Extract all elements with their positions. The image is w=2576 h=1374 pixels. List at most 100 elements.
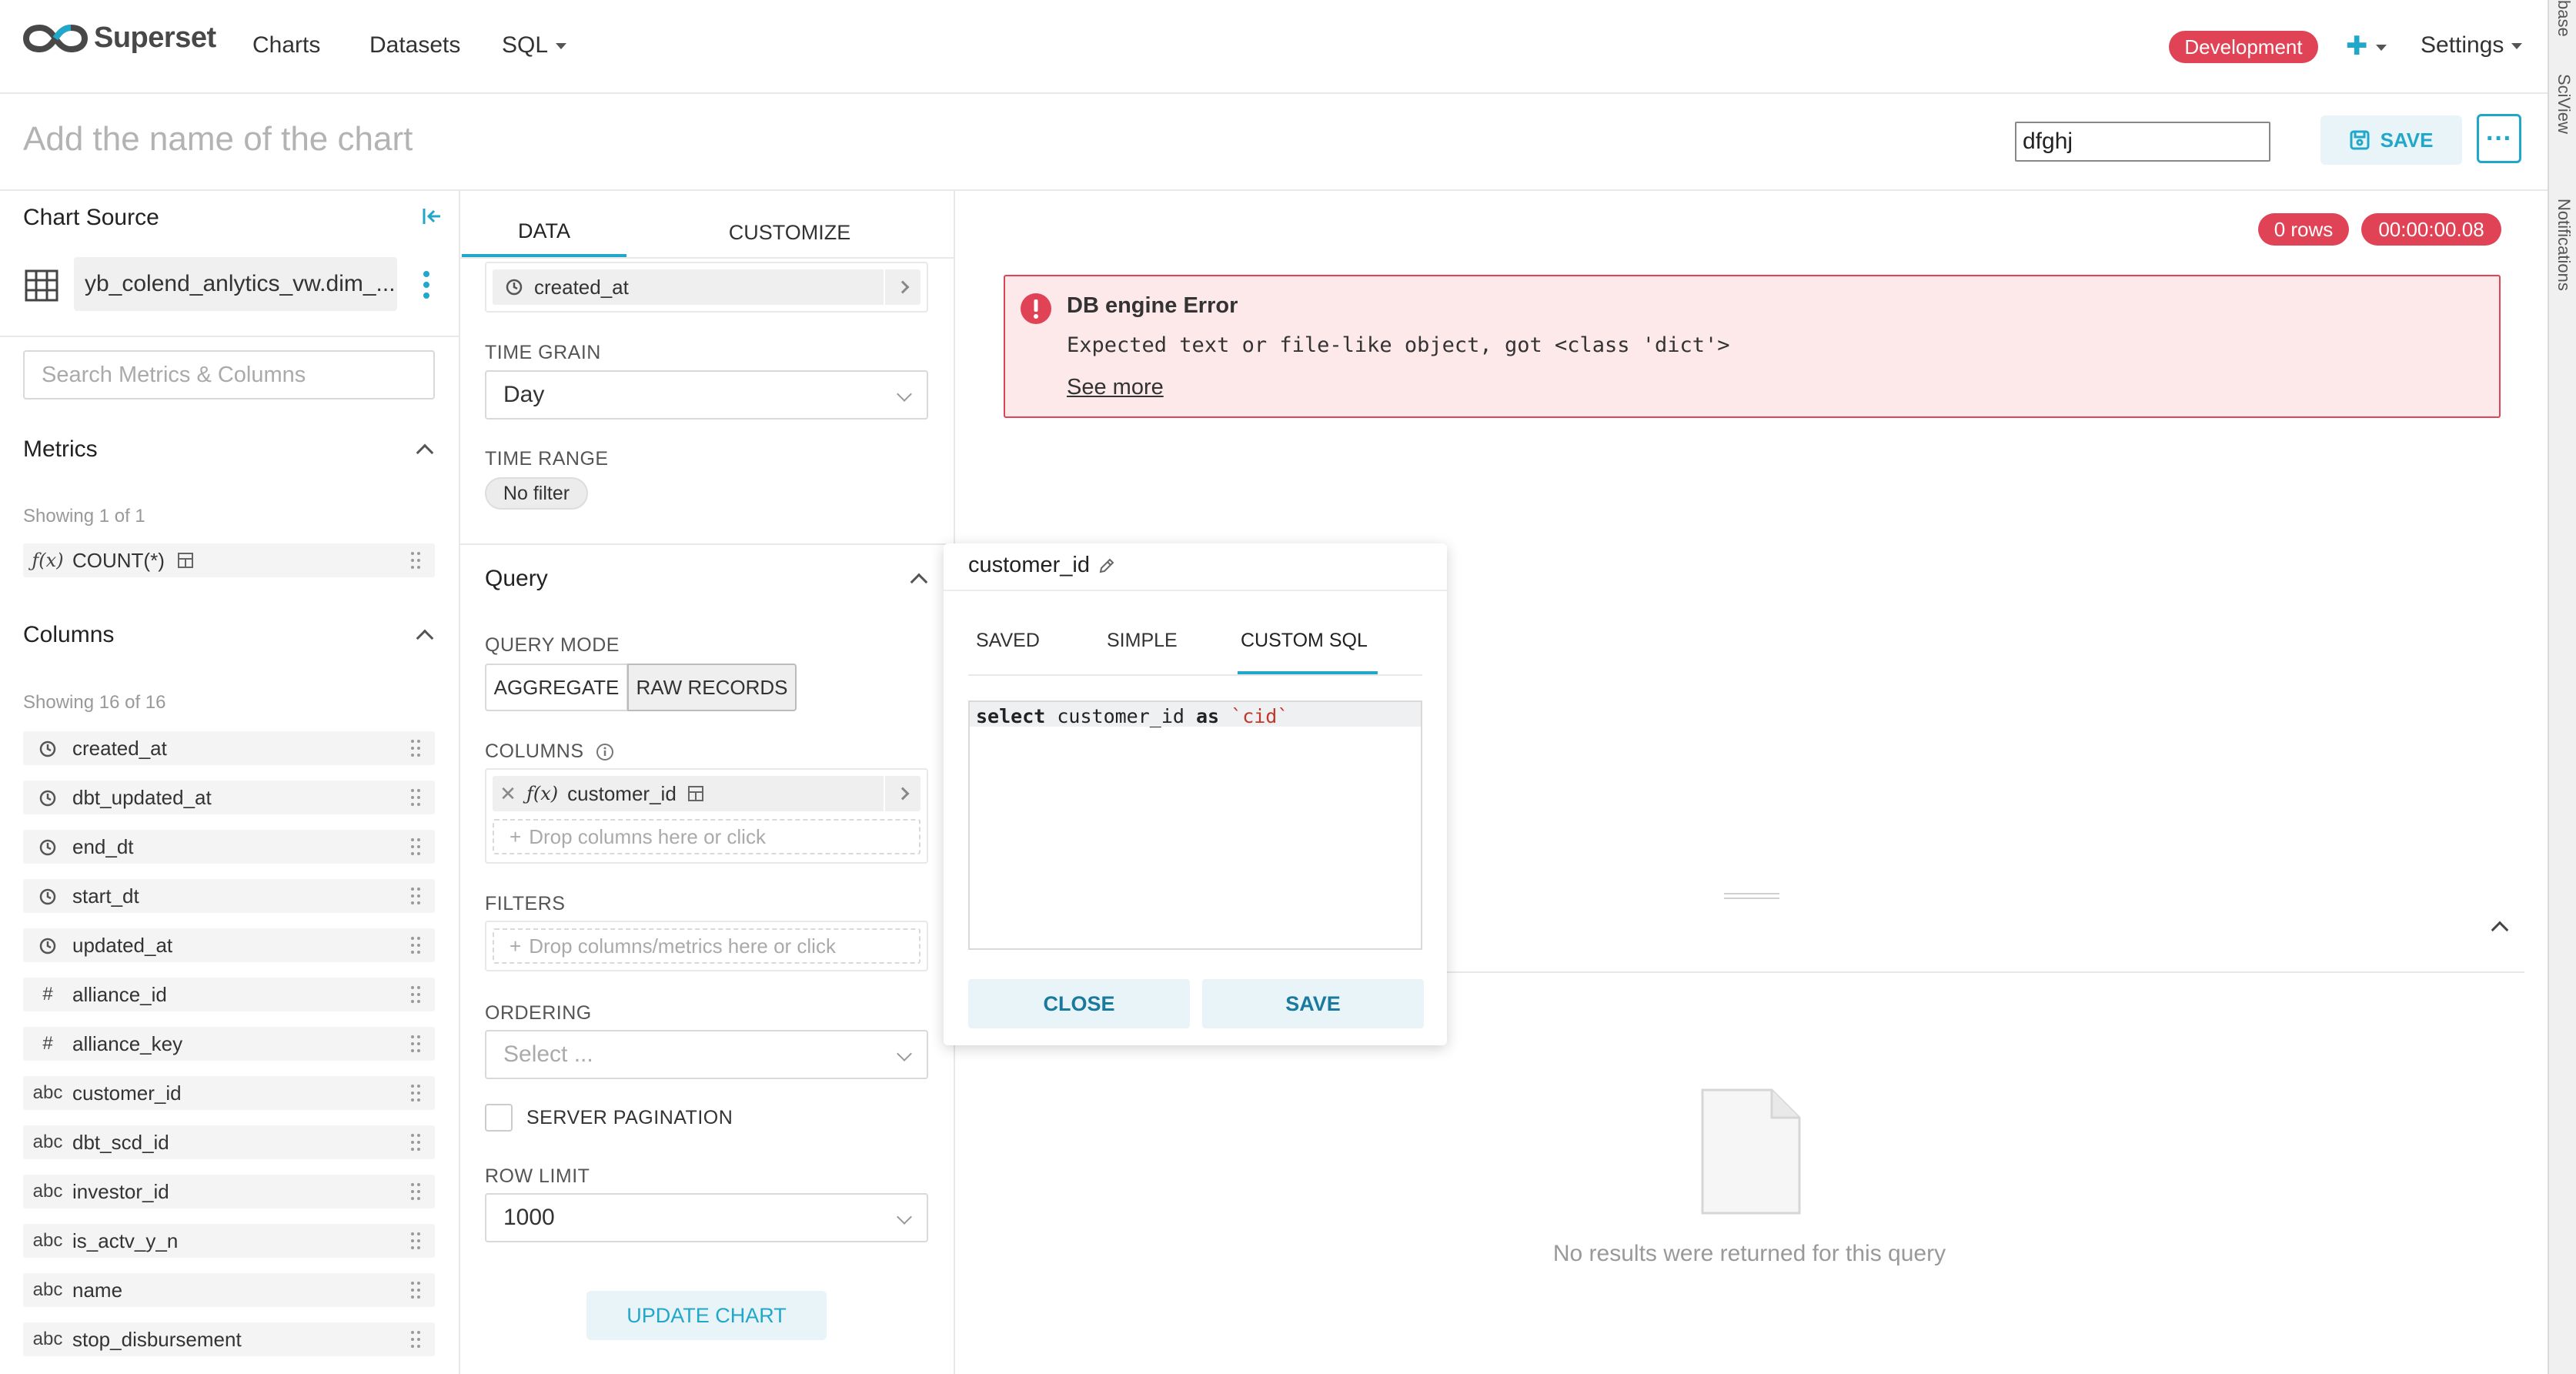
side-label-notifications[interactable]: Notifications: [2554, 199, 2574, 291]
chevron-right-icon[interactable]: [884, 776, 920, 811]
popover-close-button[interactable]: CLOSE: [968, 979, 1190, 1028]
dataset-selector[interactable]: yb_colend_anlytics_vw.dim_...: [74, 257, 397, 311]
column-item[interactable]: created_at: [23, 731, 435, 765]
column-item[interactable]: end_dt: [23, 830, 435, 864]
more-options-button[interactable]: ···: [2477, 114, 2521, 163]
popover-tab-custom-sql[interactable]: CUSTOM SQL: [1241, 630, 1368, 652]
chevron-up-icon[interactable]: [416, 629, 434, 647]
drag-handle-icon[interactable]: [410, 551, 421, 570]
columns-section-title[interactable]: Columns: [23, 622, 114, 648]
save-chart-button[interactable]: SAVE: [2320, 115, 2462, 165]
columns-drop-box[interactable]: ✕ ƒ(x) customer_id + Drop columns here or…: [485, 768, 928, 864]
chart-name-input[interactable]: Add the name of the chart: [23, 120, 413, 159]
column-item[interactable]: abc investor_id: [23, 1175, 435, 1209]
column-item[interactable]: abc name: [23, 1273, 435, 1307]
drag-handle-icon[interactable]: [410, 1182, 421, 1201]
tab-customize[interactable]: CUSTOMIZE: [626, 208, 953, 257]
query-section-title[interactable]: Query: [485, 566, 548, 592]
sql-editor[interactable]: select customer_id as `cid`: [968, 700, 1422, 950]
row-limit-select[interactable]: 1000: [485, 1193, 928, 1242]
ordering-select[interactable]: Select ...: [485, 1030, 928, 1079]
header-divider: [0, 189, 2548, 191]
string-type-icon: abc: [32, 1230, 63, 1251]
popover-save-button[interactable]: SAVE: [1202, 979, 1424, 1028]
column-item[interactable]: updated_at: [23, 928, 435, 962]
drag-handle-icon[interactable]: [410, 1232, 421, 1250]
column-item[interactable]: abc stop_disbursement: [23, 1322, 435, 1356]
column-item-label: end_dt: [72, 834, 134, 858]
clock-icon: [23, 934, 72, 956]
pencil-icon[interactable]: [1098, 557, 1116, 575]
metrics-section-title[interactable]: Metrics: [23, 436, 98, 463]
drag-handle-icon[interactable]: [410, 887, 421, 905]
drag-handle-icon[interactable]: [410, 1281, 421, 1299]
nav-link-datasets[interactable]: Datasets: [369, 32, 460, 59]
column-pill[interactable]: ✕ ƒ(x) customer_id: [493, 776, 920, 811]
filters-drop-zone[interactable]: + Drop columns/metrics here or click: [493, 928, 920, 964]
drag-handle-icon[interactable]: [410, 1330, 421, 1349]
query-mode-aggregate[interactable]: AGGREGATE: [485, 664, 628, 711]
see-more-link[interactable]: See more: [1067, 375, 1164, 400]
time-grain-select[interactable]: Day: [485, 370, 928, 420]
column-item[interactable]: abc is_actv_y_n: [23, 1224, 435, 1258]
tab-data[interactable]: DATA: [462, 208, 626, 257]
header-text-input[interactable]: [2015, 122, 2270, 162]
popover-tab-simple[interactable]: SIMPLE: [1107, 630, 1178, 652]
drag-handle-icon[interactable]: [410, 837, 421, 856]
plus-icon[interactable]: ✚: [2346, 31, 2387, 62]
sql-code[interactable]: select customer_id as `cid`: [976, 705, 1288, 727]
drag-handle-icon[interactable]: [410, 936, 421, 954]
popover-title[interactable]: customer_id: [968, 553, 1116, 578]
settings-menu[interactable]: Settings: [2421, 32, 2523, 59]
temporal-column-box[interactable]: created_at: [485, 262, 928, 313]
chevron-up-icon[interactable]: [416, 443, 434, 462]
side-label-base[interactable]: base: [2554, 0, 2574, 37]
row-limit-label: ROW LIMIT: [485, 1165, 590, 1187]
column-item[interactable]: start_dt: [23, 879, 435, 913]
column-item-label: created_at: [72, 736, 167, 760]
drag-handle-icon[interactable]: [410, 739, 421, 757]
drag-handle-icon[interactable]: [410, 1133, 421, 1152]
search-metrics-columns-input[interactable]: Search Metrics & Columns: [23, 350, 435, 399]
column-item[interactable]: dbt_updated_at: [23, 781, 435, 814]
query-mode-raw-records[interactable]: RAW RECORDS: [627, 664, 797, 711]
clock-icon: [505, 278, 523, 296]
column-item[interactable]: # alliance_id: [23, 978, 435, 1011]
update-chart-button[interactable]: UPDATE CHART: [586, 1291, 827, 1340]
column-item[interactable]: abc dbt_scd_id: [23, 1125, 435, 1159]
collapse-panel-icon[interactable]: [422, 206, 442, 226]
temporal-column-pill[interactable]: created_at: [493, 269, 920, 305]
server-pagination-checkbox[interactable]: [485, 1104, 513, 1132]
column-item-label: dbt_updated_at: [72, 785, 212, 809]
column-item[interactable]: # alliance_key: [23, 1027, 435, 1061]
time-range-pill[interactable]: No filter: [485, 477, 588, 510]
nav-link-sql[interactable]: SQL: [502, 32, 567, 59]
chevron-down-icon: [897, 1209, 912, 1225]
metric-label: COUNT(*): [72, 548, 165, 572]
save-chart-label: SAVE: [2380, 128, 2434, 152]
drag-handle-icon[interactable]: [410, 1084, 421, 1102]
nav-link-charts[interactable]: Charts: [252, 32, 320, 59]
chevron-right-icon[interactable]: [884, 269, 920, 305]
time-grain-value: Day: [503, 382, 545, 407]
server-pagination-label[interactable]: SERVER PAGINATION: [526, 1107, 733, 1129]
info-icon[interactable]: [596, 743, 614, 761]
close-icon[interactable]: ✕: [493, 782, 523, 806]
drag-handle-icon[interactable]: [410, 788, 421, 807]
superset-logo[interactable]: Superset: [23, 22, 216, 55]
string-type-icon: abc: [32, 1329, 63, 1349]
dataset-menu-icon[interactable]: [422, 269, 431, 300]
popover-tab-saved[interactable]: SAVED: [976, 630, 1040, 652]
error-title: DB engine Error: [1067, 293, 1238, 318]
columns-drop-zone[interactable]: + Drop columns here or click: [493, 819, 920, 854]
ordering-placeholder: Select ...: [503, 1041, 593, 1067]
drag-handle-icon[interactable]: [410, 985, 421, 1004]
filters-drop-box[interactable]: + Drop columns/metrics here or click: [485, 921, 928, 971]
chevron-up-icon[interactable]: [2491, 921, 2509, 939]
drag-handle-icon[interactable]: [410, 1035, 421, 1053]
resize-handle[interactable]: [1724, 893, 1779, 899]
column-item[interactable]: abc customer_id: [23, 1076, 435, 1110]
metric-item[interactable]: ƒ(x) COUNT(*): [23, 543, 435, 577]
side-label-sciview[interactable]: SciView: [2554, 74, 2574, 134]
chevron-up-icon[interactable]: [910, 573, 928, 591]
